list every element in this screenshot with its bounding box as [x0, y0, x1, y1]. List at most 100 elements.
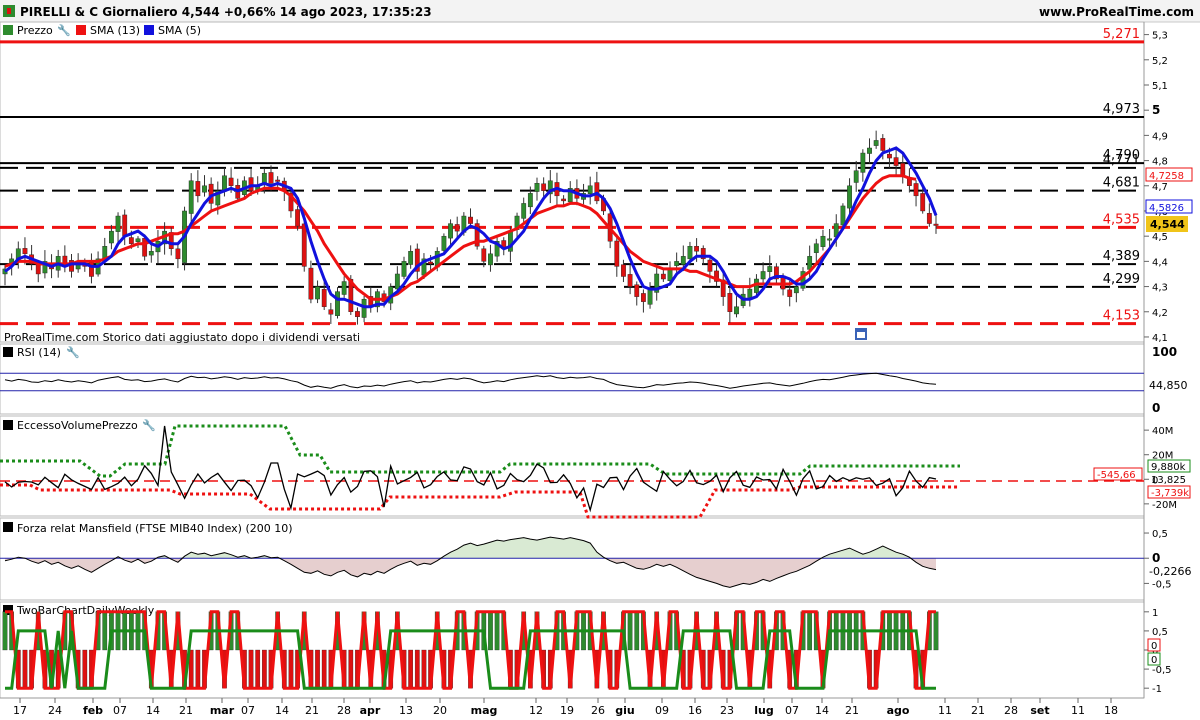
candle-body-67: [448, 223, 453, 239]
legend-sma5-label: SMA (5): [158, 24, 201, 37]
mansfield-ytick-label-1: 0: [1152, 551, 1160, 565]
price-ytick-label-12: 4,1: [1152, 333, 1168, 344]
candle-body-104: [694, 246, 700, 252]
price-legend-icon: [3, 25, 13, 35]
rsi-legend-swatch: [3, 347, 13, 357]
price-ytick-label-9: 4,4: [1152, 257, 1168, 268]
twobar-bar-74: [494, 611, 500, 651]
candle-body-41: [275, 179, 281, 182]
candle-body-112: [747, 288, 753, 298]
candle-body-129: [860, 152, 866, 173]
price-ytick-label-8: 4,5: [1152, 232, 1168, 243]
level-label-1: 4,973: [1103, 102, 1140, 117]
candle-body-40: [268, 172, 274, 184]
eccesso-green-value: 9,880k: [1151, 462, 1186, 473]
sma5-last-value: 4,5826: [1149, 203, 1184, 214]
mansfield-title: Forza relat Mansfield (FTSE MIB40 Index)…: [17, 522, 293, 535]
x-tick-label-9: 21: [305, 704, 319, 717]
twobar-bar-12: [82, 649, 88, 689]
candle-body-114: [760, 271, 766, 280]
candle-body-28: [188, 180, 194, 214]
candle-body-106: [707, 259, 713, 272]
rsi-ytick-label-1: 0: [1152, 401, 1160, 415]
candle-body-102: [680, 256, 686, 265]
candle-body-135: [900, 163, 906, 176]
twobar-red-value: 0: [1151, 641, 1157, 652]
candle-body-115: [767, 266, 773, 272]
x-tick-label-1: 24: [48, 704, 62, 717]
candle-body-37: [248, 177, 254, 192]
footer-note: ProRealTime.com Storico dati aggiustato …: [4, 331, 360, 344]
level-label-8: 4,153: [1103, 309, 1140, 324]
x-tick-label-15: 12: [529, 704, 543, 717]
x-tick-label-28: 21: [971, 704, 985, 717]
candle-body-124: [827, 238, 833, 241]
candle-body-103: [687, 246, 693, 260]
candle-body-60: [401, 261, 407, 277]
candle-body-61: [408, 251, 414, 265]
price-ytick-label-6: 4,7: [1152, 182, 1168, 193]
candle-body-59: [394, 273, 400, 290]
level-label-4: 4,681: [1103, 176, 1140, 191]
x-tick-label-21: 23: [720, 704, 734, 717]
twobar-bar-15: [102, 611, 108, 651]
candle-body-92: [614, 240, 620, 267]
candle-body-80: [534, 183, 540, 192]
candle-body-17: [115, 215, 121, 232]
level-label-7: 4,299: [1103, 272, 1140, 287]
candle-body-5: [35, 264, 41, 275]
level-label-6: 4,389: [1103, 249, 1140, 264]
candle-body-54: [361, 298, 367, 318]
x-tick-label-20: 16: [688, 704, 702, 717]
twobar-bar-47: [315, 649, 320, 689]
x-tick-label-6: mar: [210, 704, 235, 717]
candle-body-132: [880, 138, 886, 151]
candle-body-119: [793, 286, 799, 294]
sma13-last-value: 4,7258: [1149, 171, 1184, 182]
price-ytick-label-10: 4,3: [1152, 283, 1168, 294]
x-tick-label-3: 07: [113, 704, 127, 717]
x-tick-label-31: 11: [1071, 704, 1085, 717]
twobar-bar-62: [414, 649, 420, 689]
sma13-legend-swatch: [76, 25, 86, 35]
eccesso-wrench-icon[interactable]: 🔧: [142, 418, 156, 432]
candle-body-79: [527, 193, 533, 208]
candle-body-21: [142, 238, 148, 257]
eccesso-ytick-label-3: -20M: [1152, 500, 1177, 511]
candle-body-127: [847, 185, 852, 209]
price-ytick-label-11: 4,2: [1152, 308, 1168, 319]
candle-body-26: [175, 248, 181, 260]
candle-body-73: [488, 253, 493, 266]
candle-body-137: [913, 183, 919, 197]
x-tick-label-11: apr: [360, 704, 381, 717]
x-tick-label-0: 17: [13, 704, 27, 717]
twobar-ytick-label-0: 1: [1152, 608, 1158, 619]
candle-body-45: [301, 223, 307, 267]
candle-body-48: [321, 289, 327, 307]
twobar-bar-39: [261, 649, 267, 689]
x-tick-label-30: set: [1030, 704, 1049, 717]
twobar-ytick-label-1: 0,5: [1152, 627, 1168, 638]
price-ytick-label-0: 5,3: [1152, 31, 1168, 42]
level-label-3: 4,771: [1103, 153, 1140, 168]
site-url[interactable]: www.ProRealTime.com: [1039, 5, 1194, 19]
rsi-wrench-icon[interactable]: 🔧: [66, 345, 80, 359]
candle-body-20: [135, 238, 141, 242]
x-tick-label-26: ago: [887, 704, 910, 717]
candle-body-88: [587, 185, 593, 194]
x-tick-label-7: 07: [241, 704, 255, 717]
twobar-bar-95: [634, 611, 640, 651]
x-tick-label-29: 28: [1004, 704, 1018, 717]
x-tick-label-13: 20: [433, 704, 447, 717]
candle-body-99: [660, 273, 666, 280]
mansfield-last-value: -0,2266: [1149, 565, 1191, 578]
x-tick-label-2: feb: [83, 704, 103, 717]
twobar-ytick-label-3: -0,5: [1152, 665, 1172, 676]
twobar-bar-52: [348, 649, 354, 689]
legend-sma13-label: SMA (13): [90, 24, 140, 37]
x-tick-label-4: 14: [146, 704, 160, 717]
stock-chart: PIRELLI & C Giornaliero 4,544 +0,66% 14 …: [0, 0, 1200, 720]
wrench-icon[interactable]: 🔧: [57, 23, 71, 37]
candle-body-66: [441, 235, 447, 251]
candle-body-22: [148, 251, 154, 256]
